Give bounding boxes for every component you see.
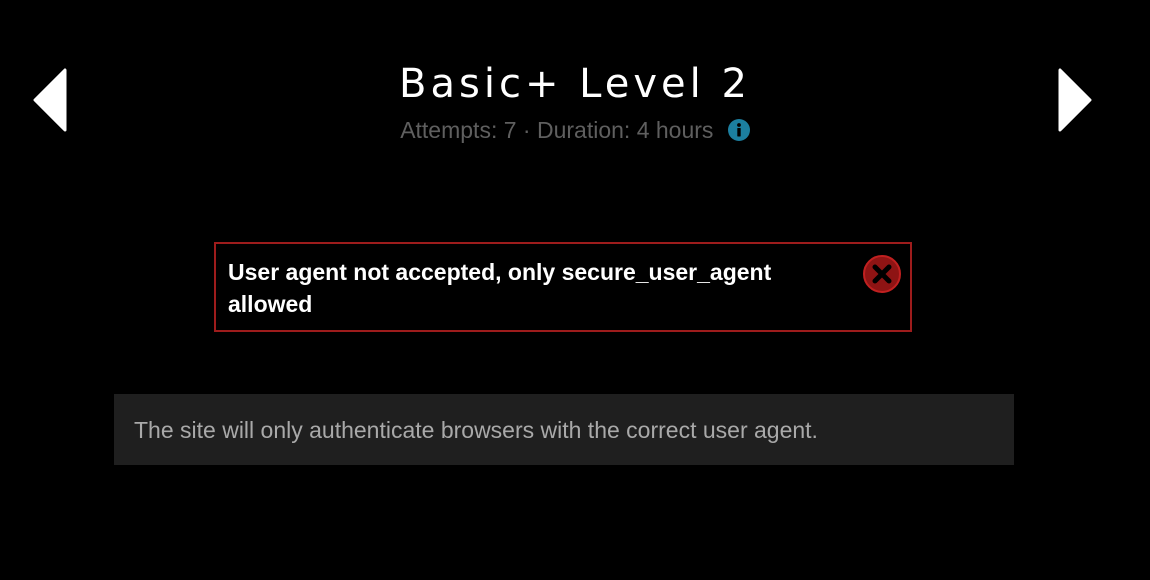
meta-separator: · bbox=[522, 117, 531, 143]
level-meta: Attempts: 7 · Duration: 4 hours bbox=[0, 116, 1150, 144]
error-message: User agent not accepted, only secure_use… bbox=[228, 259, 772, 317]
attempts-label: Attempts: bbox=[400, 117, 498, 143]
duration-value: 4 hours bbox=[636, 117, 714, 143]
page-title: Basic+ Level 2 bbox=[399, 61, 751, 107]
level-header: Basic+ Level 2 Attempts: 7 · Duration: 4… bbox=[0, 58, 1150, 144]
attempts-value: 7 bbox=[503, 117, 517, 143]
error-alert: User agent not accepted, only secure_use… bbox=[214, 242, 912, 332]
close-alert-button[interactable] bbox=[862, 254, 902, 294]
duration-label: Duration: bbox=[536, 117, 631, 143]
hint-box: The site will only authenticate browsers… bbox=[114, 394, 1014, 465]
info-icon[interactable] bbox=[727, 119, 750, 141]
hint-text: The site will only authenticate browsers… bbox=[134, 416, 818, 443]
close-icon bbox=[863, 255, 901, 293]
